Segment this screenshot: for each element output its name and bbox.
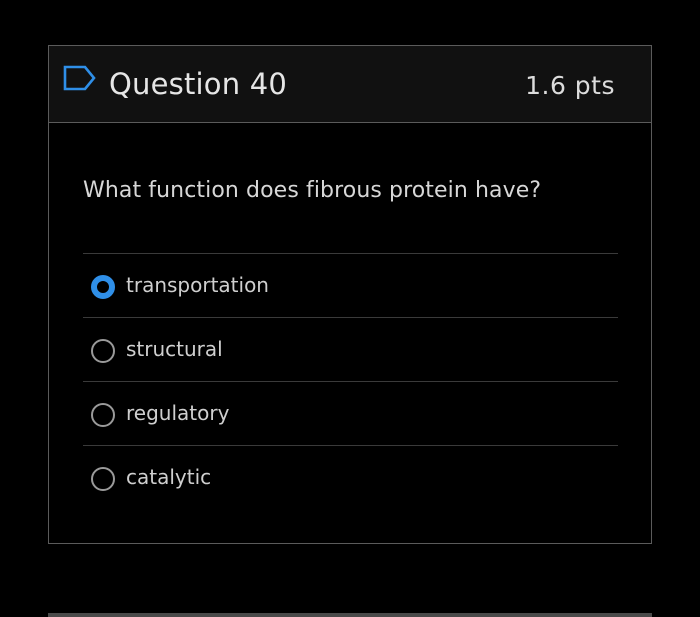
- radio-button[interactable]: [91, 403, 115, 427]
- answer-label[interactable]: transportation: [126, 270, 269, 300]
- question-text: What function does fibrous protein have?: [83, 178, 542, 203]
- bookmark-flag-icon[interactable]: [63, 65, 97, 91]
- answer-option-transportation[interactable]: transportation: [83, 253, 618, 317]
- question-points: 1.6 pts: [525, 71, 615, 100]
- answer-label[interactable]: regulatory: [126, 398, 229, 428]
- radio-button[interactable]: [91, 339, 115, 363]
- radio-button[interactable]: [91, 467, 115, 491]
- answer-label[interactable]: catalytic: [126, 462, 211, 492]
- answer-option-catalytic[interactable]: catalytic: [83, 445, 618, 509]
- answer-option-regulatory[interactable]: regulatory: [83, 381, 618, 445]
- question-card: Question 40 1.6 pts What function does f…: [48, 45, 652, 544]
- question-title: Question 40: [109, 67, 288, 101]
- radio-button-checked[interactable]: [91, 275, 115, 299]
- answer-label[interactable]: structural: [126, 334, 223, 364]
- next-card-edge: [48, 613, 652, 617]
- answer-option-structural[interactable]: structural: [83, 317, 618, 381]
- answer-list: transportation structural regulatory cat…: [83, 253, 618, 509]
- question-header: Question 40 1.6 pts: [49, 46, 651, 123]
